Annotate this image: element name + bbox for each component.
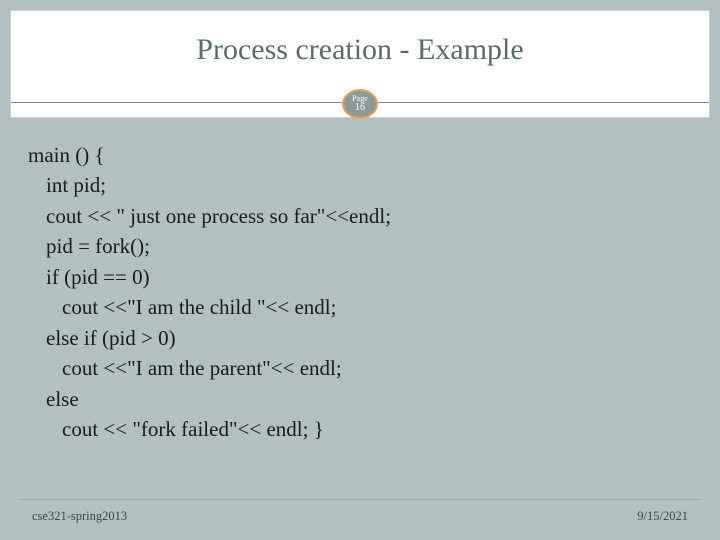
page-number: 16 xyxy=(355,103,365,113)
slide-title: Process creation - Example xyxy=(11,11,709,67)
footer: cse321-spring2013 9/15/2021 xyxy=(32,509,688,524)
code-line: cout << " just one process so far"<<endl… xyxy=(28,201,692,231)
code-line: if (pid == 0) xyxy=(28,262,692,292)
page-badge: Page 16 xyxy=(342,89,378,119)
footer-divider xyxy=(20,499,700,500)
code-line: pid = fork(); xyxy=(28,231,692,261)
code-line: else xyxy=(28,384,692,414)
code-block: main () { int pid; cout << " just one pr… xyxy=(10,118,710,444)
code-line: cout << "fork failed"<< endl; } xyxy=(28,414,692,444)
code-line: int pid; xyxy=(28,170,692,200)
footer-course: cse321-spring2013 xyxy=(32,509,127,524)
code-line: cout <<"I am the child "<< endl; xyxy=(28,292,692,322)
slide: Process creation - Example Page 16 main … xyxy=(10,10,710,530)
code-line: main () { xyxy=(28,140,692,170)
code-line: else if (pid > 0) xyxy=(28,323,692,353)
code-line: cout <<"I am the parent"<< endl; xyxy=(28,353,692,383)
header: Process creation - Example Page 16 xyxy=(10,10,710,118)
footer-date: 9/15/2021 xyxy=(637,509,688,524)
